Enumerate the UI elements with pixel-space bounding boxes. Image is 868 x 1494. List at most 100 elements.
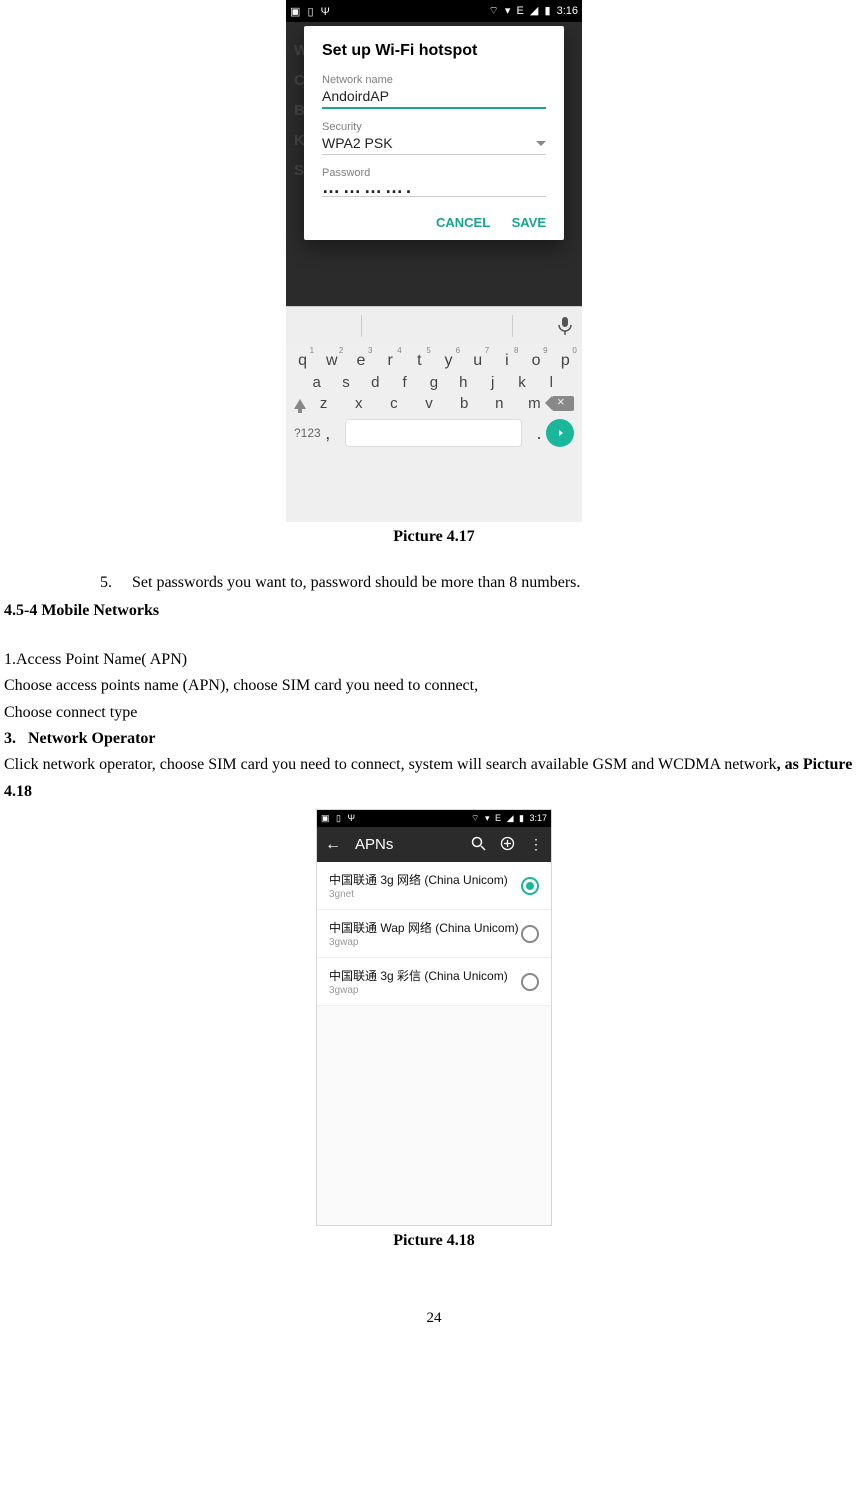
list-number-3: 3. bbox=[4, 730, 16, 747]
key-d[interactable]: d bbox=[364, 374, 387, 391]
sim-icon: ▯ bbox=[336, 813, 341, 824]
app-bar: ← APNs ⋮ bbox=[317, 827, 551, 862]
apn-subtitle: 3gwap bbox=[329, 937, 519, 948]
battery-icon: ▮ bbox=[544, 4, 550, 17]
back-button[interactable]: ← bbox=[325, 836, 341, 854]
shift-key[interactable] bbox=[294, 399, 306, 409]
status-bar: ▣ ▯ Ψ ⌔ ▾ E ◢ ▮ 3:16 bbox=[286, 0, 582, 22]
figure-apns-screenshot: ▣ ▯ Ψ ⌔ ▾ E ◢ ▮ 3:17 ← APNs bbox=[316, 809, 552, 1226]
wifi-icon: ▾ bbox=[505, 4, 511, 17]
page-number: 24 bbox=[0, 1274, 868, 1339]
key-l[interactable]: l bbox=[540, 374, 563, 391]
apn-list: 中国联通 3g 网络 (China Unicom)3gnet中国联通 Wap 网… bbox=[317, 862, 551, 1006]
backspace-key[interactable] bbox=[552, 396, 574, 411]
key-a[interactable]: a bbox=[305, 374, 328, 391]
key-k[interactable]: k bbox=[510, 374, 533, 391]
heading-454: 4.5-4 Mobile Networks bbox=[4, 598, 864, 624]
clock: 3:16 bbox=[557, 5, 578, 17]
key-e[interactable]: e3 bbox=[349, 352, 372, 370]
image-icon: ▣ bbox=[290, 5, 300, 18]
apn-radio[interactable] bbox=[521, 925, 539, 943]
mic-icon[interactable] bbox=[558, 317, 572, 335]
bluetooth-icon: ⌔ bbox=[489, 4, 499, 18]
suggestion-bar bbox=[286, 306, 582, 345]
symbols-key[interactable]: ?123 bbox=[294, 426, 321, 440]
document-body: 5. Set passwords you want to, password s… bbox=[0, 570, 868, 805]
key-s[interactable]: s bbox=[334, 374, 357, 391]
list-number-5: 5. bbox=[100, 570, 128, 596]
apn-subtitle: 3gwap bbox=[329, 985, 508, 996]
usb-icon: Ψ bbox=[348, 813, 356, 823]
apn-title: 中国联通 Wap 网络 (China Unicom) bbox=[329, 919, 519, 936]
network-type: E bbox=[495, 813, 501, 823]
figure-caption: Picture 4.18 bbox=[0, 1232, 868, 1250]
figure-caption: Picture 4.17 bbox=[0, 528, 868, 546]
bluetooth-icon: ⌔ bbox=[471, 813, 479, 824]
soft-keyboard[interactable]: q1 w2 e3 r4 t5 y6 u7 i8 o9 p0 asdfghjkl zxcvbnm ?… bbox=[286, 344, 582, 522]
network-name-input[interactable]: AndoirdAP bbox=[322, 86, 546, 107]
apn-title: 中国联通 3g 彩信 (China Unicom) bbox=[329, 967, 508, 984]
key-m[interactable]: m bbox=[523, 395, 546, 412]
chevron-down-icon bbox=[536, 141, 546, 146]
spacebar-key[interactable] bbox=[345, 419, 522, 447]
security-label: Security bbox=[322, 121, 546, 133]
key-h[interactable]: h bbox=[452, 374, 475, 391]
enter-key[interactable] bbox=[546, 419, 574, 447]
key-c[interactable]: c bbox=[382, 395, 405, 412]
network-name-label: Network name bbox=[322, 74, 546, 86]
hotspot-dialog: Set up Wi-Fi hotspot Network name Andoir… bbox=[304, 26, 564, 240]
apn-radio[interactable] bbox=[521, 973, 539, 991]
key-j[interactable]: j bbox=[481, 374, 504, 391]
paragraph-apn-1: 1.Access Point Name( APN) bbox=[4, 647, 864, 673]
paragraph-operator: Click network operator, choose SIM card … bbox=[4, 752, 864, 805]
screen-title: APNs bbox=[355, 836, 457, 853]
key-b[interactable]: b bbox=[453, 395, 476, 412]
apn-item[interactable]: 中国联通 3g 网络 (China Unicom)3gnet bbox=[317, 862, 551, 910]
figure-hotspot-screenshot: ▣ ▯ Ψ ⌔ ▾ E ◢ ▮ 3:16 W C B K bbox=[286, 0, 582, 522]
password-input[interactable]: …………. bbox=[322, 179, 546, 196]
key-g[interactable]: g bbox=[422, 374, 445, 391]
paragraph-apn-3: Choose connect type bbox=[4, 700, 864, 726]
key-y[interactable]: y6 bbox=[437, 352, 460, 370]
phone-frame: ▣ ▯ Ψ ⌔ ▾ E ◢ ▮ 3:16 W C B K bbox=[286, 0, 582, 522]
apn-item[interactable]: 中国联通 Wap 网络 (China Unicom)3gwap bbox=[317, 910, 551, 958]
apn-radio[interactable] bbox=[521, 877, 539, 895]
battery-icon: ▮ bbox=[519, 813, 524, 824]
apn-subtitle: 3gnet bbox=[329, 889, 508, 900]
overflow-menu-icon[interactable]: ⋮ bbox=[529, 836, 543, 853]
signal-icon: ◢ bbox=[507, 813, 514, 824]
status-bar: ▣ ▯ Ψ ⌔ ▾ E ◢ ▮ 3:17 bbox=[317, 810, 551, 827]
key-r[interactable]: r4 bbox=[379, 352, 402, 370]
apn-item[interactable]: 中国联通 3g 彩信 (China Unicom)3gwap bbox=[317, 958, 551, 1006]
cancel-button[interactable]: CANCEL bbox=[436, 215, 490, 230]
usb-icon: Ψ bbox=[321, 6, 330, 18]
security-dropdown[interactable]: WPA2 PSK bbox=[322, 133, 393, 154]
key-p[interactable]: p0 bbox=[554, 352, 577, 370]
key-w[interactable]: w2 bbox=[320, 352, 343, 370]
add-icon[interactable] bbox=[500, 836, 515, 854]
key-z[interactable]: z bbox=[312, 395, 335, 412]
key-f[interactable]: f bbox=[393, 374, 416, 391]
phone-frame: ▣ ▯ Ψ ⌔ ▾ E ◢ ▮ 3:17 ← APNs bbox=[316, 809, 552, 1226]
network-type: E bbox=[517, 5, 524, 17]
list-item-5-text: Set passwords you want to, password shou… bbox=[132, 574, 580, 591]
dialog-title: Set up Wi-Fi hotspot bbox=[322, 42, 546, 60]
period-key[interactable]: . bbox=[532, 423, 546, 444]
key-o[interactable]: o9 bbox=[525, 352, 548, 370]
signal-icon: ◢ bbox=[530, 4, 538, 17]
key-v[interactable]: v bbox=[417, 395, 440, 412]
key-q[interactable]: q1 bbox=[291, 352, 314, 370]
clock: 3:17 bbox=[529, 813, 547, 823]
image-icon: ▣ bbox=[321, 813, 330, 824]
comma-key[interactable]: , bbox=[321, 423, 335, 444]
key-t[interactable]: t5 bbox=[408, 352, 431, 370]
search-icon[interactable] bbox=[471, 836, 486, 854]
apn-title: 中国联通 3g 网络 (China Unicom) bbox=[329, 871, 508, 888]
key-i[interactable]: i8 bbox=[495, 352, 518, 370]
key-x[interactable]: x bbox=[347, 395, 370, 412]
paragraph-apn-2: Choose access points name (APN), choose … bbox=[4, 673, 864, 699]
sim-icon: ▯ bbox=[307, 5, 313, 18]
key-u[interactable]: u7 bbox=[466, 352, 489, 370]
save-button[interactable]: SAVE bbox=[512, 215, 546, 230]
key-n[interactable]: n bbox=[488, 395, 511, 412]
